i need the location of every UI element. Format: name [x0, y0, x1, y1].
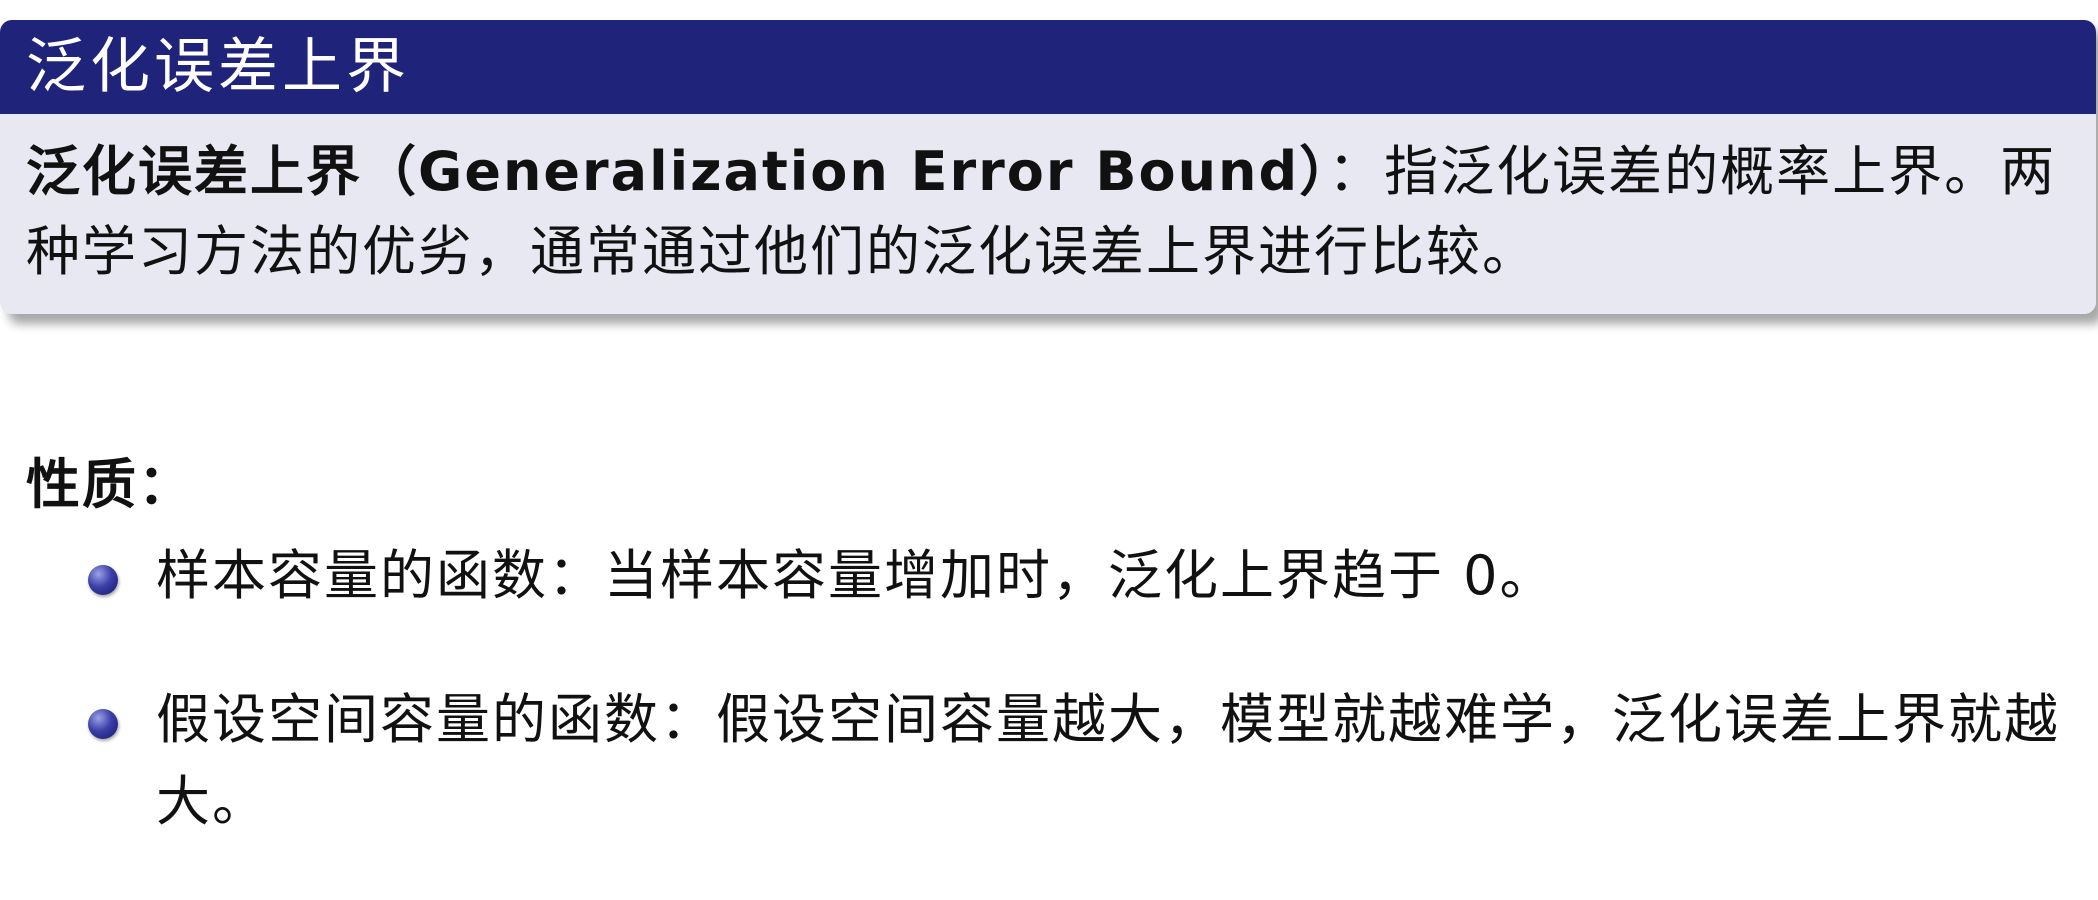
block-title: 泛化误差上界 — [0, 20, 2096, 114]
property-text: 假设空间容量的函数：假设空间容量越大，模型就越难学，泛化误差上界就越大。 — [156, 688, 2060, 833]
definition-term: 泛化误差上界（Generalization Error Bound） — [26, 140, 1329, 203]
list-item: 样本容量的函数：当样本容量增加时，泛化上界趋于 0。 — [88, 535, 2068, 617]
definition-block: 泛化误差上界 泛化误差上界（Generalization Error Bound… — [0, 20, 2096, 314]
block-body: 泛化误差上界（Generalization Error Bound）：指泛化误差… — [0, 114, 2096, 314]
bullet-icon — [88, 565, 118, 595]
bullet-icon — [88, 709, 118, 739]
list-item: 假设空间容量的函数：假设空间容量越大，模型就越难学，泛化误差上界就越大。 — [88, 679, 2068, 843]
property-text: 样本容量的函数：当样本容量增加时，泛化上界趋于 0。 — [156, 544, 1556, 607]
properties-list: 样本容量的函数：当样本容量增加时，泛化上界趋于 0。 假设空间容量的函数：假设空… — [88, 535, 2068, 843]
properties-heading: 性质： — [26, 453, 194, 516]
